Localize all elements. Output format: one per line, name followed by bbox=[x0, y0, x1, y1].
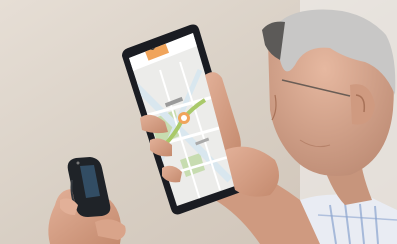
photo bbox=[0, 0, 397, 244]
scene-illustration bbox=[0, 0, 397, 244]
